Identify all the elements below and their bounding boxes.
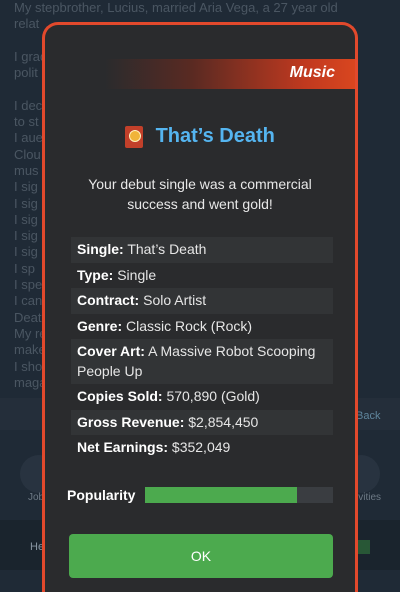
detail-key: Net Earnings: bbox=[77, 439, 169, 455]
detail-key: Genre: bbox=[77, 317, 123, 334]
detail-row-single: Single: That’s Death bbox=[71, 237, 333, 263]
detail-row-genre: Genre: Classic Rock (Rock) bbox=[71, 314, 333, 340]
detail-value: $2,854,450 bbox=[188, 413, 259, 430]
detail-key: Copies Sold: bbox=[77, 388, 163, 404]
detail-value: $352,049 bbox=[171, 439, 231, 455]
popularity-bar-fill bbox=[145, 487, 298, 503]
detail-row-type: Type: Single bbox=[71, 263, 333, 289]
ok-button[interactable]: OK bbox=[69, 534, 333, 578]
modal-title: That’s Death bbox=[155, 125, 275, 147]
detail-row-net-earnings: Net Earnings: $352,049 bbox=[71, 435, 333, 461]
modal-subtitle: Your debut single was a commercial succe… bbox=[88, 176, 312, 212]
release-details-list: Single: That’s Death Type: Single Contra… bbox=[71, 237, 333, 461]
gold-record-icon bbox=[125, 125, 144, 148]
detail-key: Gross Revenue: bbox=[77, 413, 185, 430]
detail-key: Single: bbox=[77, 241, 124, 257]
detail-row-contract: Contract: Solo Artist bbox=[71, 288, 333, 314]
detail-row-copies-sold: Copies Sold: 570,890 (Gold) bbox=[71, 384, 333, 410]
background-activities-label: ivities bbox=[356, 492, 382, 503]
category-label: Music bbox=[289, 64, 335, 81]
detail-value: Solo Artist bbox=[143, 292, 207, 308]
popularity-bar bbox=[145, 487, 333, 503]
music-result-modal: Music That’s Death Your debut single was… bbox=[42, 22, 358, 592]
detail-row-gross-revenue: Gross Revenue: $2,854,450 bbox=[71, 409, 333, 435]
detail-value: 570,890 (Gold) bbox=[166, 388, 260, 404]
detail-row-cover-art: Cover Art: A Massive Robot Scooping Peop… bbox=[71, 339, 333, 384]
modal-title-row: That’s Death bbox=[45, 125, 355, 148]
detail-key: Contract: bbox=[77, 292, 140, 308]
detail-value: That’s Death bbox=[127, 241, 207, 257]
detail-value: Classic Rock (Rock) bbox=[126, 317, 253, 334]
popularity-label: Popularity bbox=[67, 487, 136, 503]
category-banner: Music bbox=[105, 59, 355, 89]
detail-key: Cover Art: bbox=[77, 343, 145, 359]
background-back-button: Back bbox=[356, 410, 381, 422]
detail-key: Type: bbox=[77, 266, 114, 283]
detail-value: Single bbox=[117, 266, 157, 283]
